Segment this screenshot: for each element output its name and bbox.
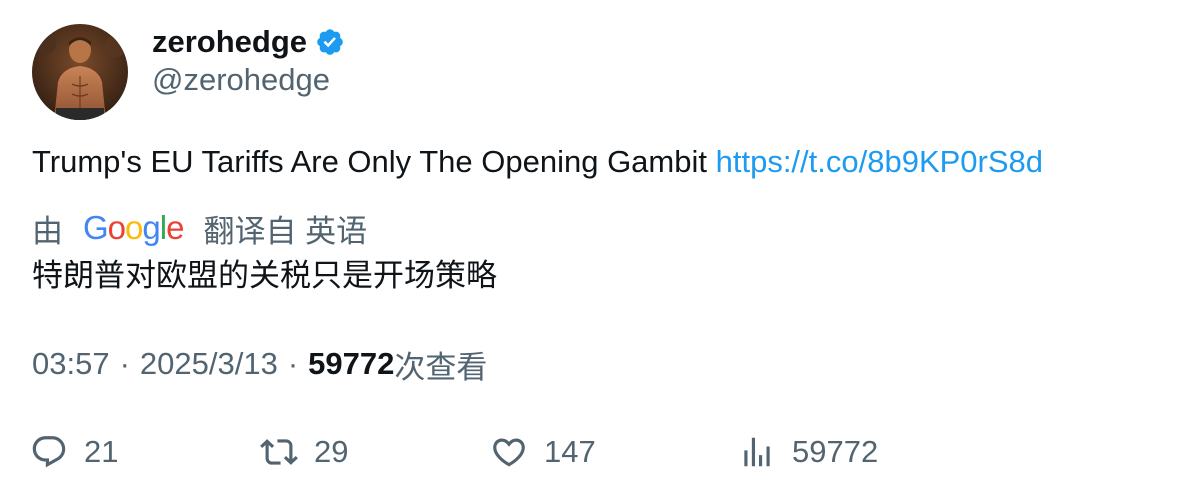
avatar-image [32, 24, 128, 120]
views-count: 59772 [308, 346, 395, 381]
meta-separator: · [119, 346, 130, 381]
tweet-meta: 03:57 · 2025/3/13 · 59772 次查看 [32, 344, 488, 385]
views-action-count: 59772 [792, 434, 879, 469]
action-bar: 21 29 147 59772 [30, 430, 1170, 474]
avatar[interactable] [32, 24, 128, 120]
retweet-count: 29 [314, 434, 349, 469]
tweet-date[interactable]: 2025/3/13 [140, 346, 278, 382]
tweet-body: Trump's EU Tariffs Are Only The Opening … [32, 144, 716, 179]
like-count: 147 [544, 434, 596, 469]
heart-icon [493, 438, 525, 467]
views-button[interactable]: 59772 [738, 430, 878, 474]
meta-separator: · [287, 346, 299, 381]
retweet-button[interactable]: 29 [260, 430, 348, 474]
author-name-row[interactable]: zerohedge [152, 22, 345, 62]
google-logo[interactable]: Google [83, 209, 184, 247]
reply-icon [32, 436, 66, 468]
display-name[interactable]: zerohedge [152, 24, 307, 60]
analytics-icon [744, 437, 770, 467]
like-button[interactable]: 147 [490, 430, 596, 474]
verified-badge-icon[interactable] [315, 27, 345, 57]
tweet-time[interactable]: 03:57 [32, 346, 110, 382]
tweet-link[interactable]: https://t.co/8b9KP0rS8d [716, 144, 1043, 179]
translated-text: 特朗普对欧盟的关税只是开场策略 [32, 258, 497, 293]
views-label: 次查看 [394, 349, 488, 385]
translation-suffix: 翻译自 英语 [203, 213, 368, 249]
handle[interactable]: @zerohedge [152, 62, 330, 98]
tweet-text: Trump's EU Tariffs Are Only The Opening … [32, 142, 1043, 182]
retweet-icon [260, 439, 298, 465]
translation-prefix: 由 [32, 213, 63, 249]
translation-attribution: 由 Google 翻译自 英语 [32, 208, 368, 249]
reply-count: 21 [84, 434, 119, 469]
reply-button[interactable]: 21 [30, 430, 118, 474]
